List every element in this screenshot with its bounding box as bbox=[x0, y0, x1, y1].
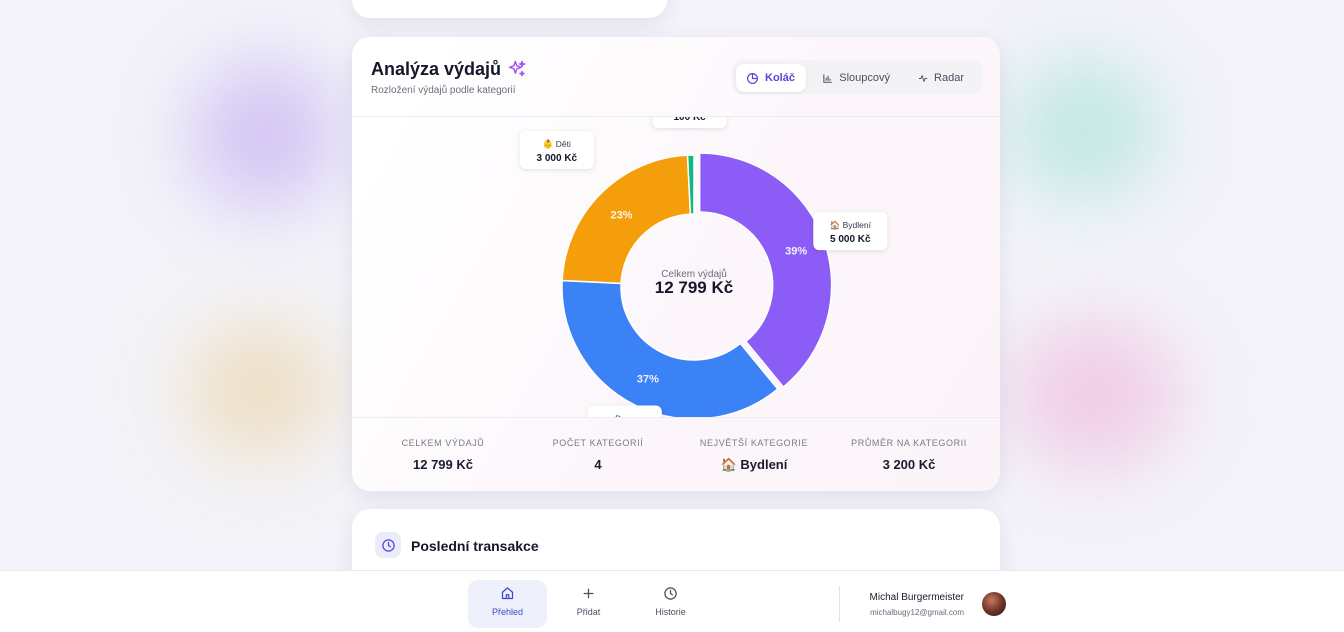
donut-chart: 39% 37% 23% 🏠 Bydlení 5 000 Kč 🚗 Doprava4 69… bbox=[519, 117, 888, 417]
background-blob-teal bbox=[1010, 60, 1160, 200]
nav-label: Přehled bbox=[491, 607, 524, 617]
nav-history[interactable]: Historie bbox=[631, 580, 710, 628]
background-blob-purple bbox=[190, 60, 340, 210]
nav-label: Přidat bbox=[576, 607, 601, 617]
bar-chart-icon bbox=[823, 73, 832, 83]
expense-analysis-card: Analýza výdajů Rozložení výdajů podle ka… bbox=[352, 37, 1000, 491]
card-subtitle: Rozložení výdajů podle kategorií bbox=[371, 85, 516, 96]
stat-value: 12 799 Kč bbox=[413, 457, 473, 472]
sparkles-icon bbox=[508, 60, 526, 77]
callout-category: 🏠 Bydlení bbox=[830, 220, 872, 230]
plus-icon bbox=[583, 588, 594, 599]
callout-value: 3 000 Kč bbox=[537, 153, 578, 164]
clock-icon-badge bbox=[375, 532, 401, 558]
stat-average: PRŮMĚR NA KATEGORII 3 200 Kč bbox=[829, 438, 989, 472]
slice-callout: 🚗 Doprava4 699 Kč bbox=[587, 405, 662, 417]
tab-radar[interactable]: Radar bbox=[908, 64, 974, 92]
donut-center-value: 12 799 Kč bbox=[655, 278, 733, 297]
card-title: Analýza výdajů bbox=[371, 59, 502, 79]
previous-card bbox=[352, 0, 667, 18]
stat-category-count: POČET KATEGORIÍ 4 bbox=[518, 438, 678, 472]
background-blob-pink bbox=[1010, 320, 1180, 470]
stat-label: NEJVĚTŠÍ KATEGORIE bbox=[699, 438, 809, 448]
slice-callout: 🛒 Jídlo a nákupy100 Kč bbox=[652, 117, 727, 129]
slice-callout: 👶 Děti 3 000 Kč bbox=[519, 130, 594, 169]
tab-label: Koláč bbox=[765, 72, 795, 84]
stat-value: 🏠 Bydlení bbox=[720, 457, 788, 472]
slice-percent-label: 23% bbox=[611, 210, 633, 222]
slice-callout: 🏠 Bydlení 5 000 Kč bbox=[813, 212, 888, 251]
user-email: michalbugy12@gmail.com bbox=[870, 608, 964, 617]
card-header: Analýza výdajů Rozložení výdajů podle ka… bbox=[352, 37, 1000, 117]
stat-label: CELKEM VÝDAJŮ bbox=[401, 438, 485, 448]
stat-largest-category: NEJVĚTŠÍ KATEGORIE 🏠 Bydlení bbox=[674, 438, 834, 473]
transactions-title: Poslední transakce bbox=[411, 538, 539, 554]
activity-icon bbox=[918, 74, 928, 82]
donut-slice[interactable] bbox=[561, 279, 779, 417]
avatar[interactable] bbox=[982, 592, 1006, 616]
slice-percent-label: 37% bbox=[637, 374, 659, 386]
slice-percent-label: 39% bbox=[785, 245, 807, 257]
summary-stats: CELKEM VÝDAJŮ 12 799 Kč POČET KATEGORIÍ … bbox=[352, 417, 1000, 491]
user-name: Michal Burgermeister bbox=[869, 592, 964, 603]
pie-chart-icon bbox=[747, 72, 758, 84]
nav-label: Historie bbox=[655, 607, 686, 617]
nav-add[interactable]: Přidat bbox=[549, 580, 628, 628]
stat-value: 4 bbox=[594, 457, 602, 472]
background-blob-amber bbox=[185, 320, 335, 460]
nav-overview[interactable]: Přehled bbox=[468, 580, 547, 628]
stat-value: 3 200 Kč bbox=[882, 457, 936, 472]
stat-label: POČET KATEGORIÍ bbox=[552, 438, 644, 448]
tab-label: Sloupcový bbox=[839, 72, 890, 84]
stat-label: PRŮMĚR NA KATEGORII bbox=[851, 438, 967, 448]
chart-type-switcher: Koláč Sloupcový Radar bbox=[732, 60, 982, 94]
stat-total: CELKEM VÝDAJŮ 12 799 Kč bbox=[363, 438, 523, 472]
tab-pie[interactable]: Koláč bbox=[736, 64, 806, 92]
tab-bar[interactable]: Sloupcový bbox=[812, 64, 900, 92]
tab-label: Radar bbox=[934, 72, 964, 84]
callout-value: 5 000 Kč bbox=[830, 234, 871, 245]
home-icon bbox=[501, 587, 514, 600]
callout-value: 100 Kč bbox=[674, 117, 707, 123]
bottom-navigation-bar: Přehled Přidat Historie Michal Burgermei… bbox=[0, 570, 1344, 632]
callout-category: 👶 Děti bbox=[543, 139, 571, 149]
clock-icon bbox=[664, 587, 677, 600]
clock-icon bbox=[381, 538, 395, 552]
